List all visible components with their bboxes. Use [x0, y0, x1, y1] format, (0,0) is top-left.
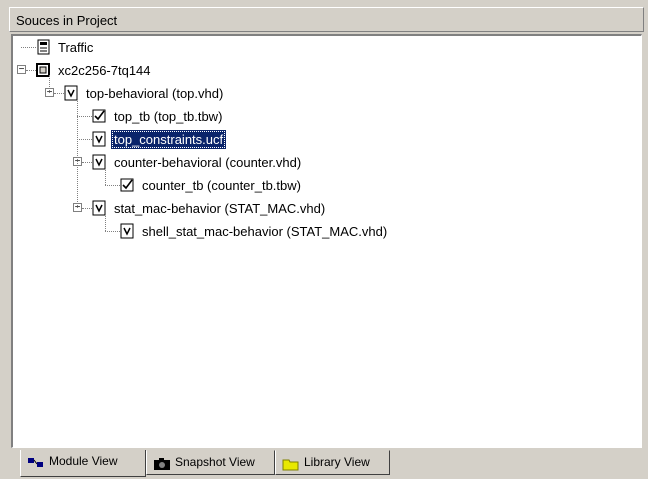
- view-tabs: Module View Snapshot View Library View: [9, 450, 644, 477]
- tree-node[interactable]: top_tb (top_tb.tbw): [13, 105, 641, 128]
- tree-connector: [21, 47, 36, 48]
- panel-titlebar: Souces in Project: [9, 7, 644, 32]
- testbench-icon: [120, 177, 135, 193]
- tree-connector: [82, 208, 92, 209]
- tree-connector: [82, 162, 92, 163]
- tree-connector: [77, 116, 92, 117]
- tree-expander-collapse-icon[interactable]: −: [17, 65, 26, 75]
- tree-guide-line: [49, 75, 50, 93]
- tree-node-label[interactable]: top_tb (top_tb.tbw): [111, 107, 225, 126]
- tree-node[interactable]: − xc2c256-7tq144: [13, 59, 641, 82]
- tree-connector: [26, 70, 36, 71]
- constraints-file-icon: [92, 131, 107, 147]
- tree-node[interactable]: − top-behavioral (top.vhd): [13, 82, 641, 105]
- testbench-icon: [92, 108, 107, 124]
- library-icon: [282, 456, 300, 471]
- tree-node-label[interactable]: top_constraints.ucf: [111, 130, 227, 149]
- tab-label: Snapshot View: [175, 455, 255, 469]
- tab-label: Module View: [49, 454, 118, 468]
- tree-node-label[interactable]: top-behavioral (top.vhd): [83, 84, 226, 103]
- sources-panel: Souces in Project Traffic − xc2c256-7tq144…: [9, 7, 644, 477]
- tab-snapshot-view[interactable]: Snapshot View: [146, 450, 275, 475]
- tree-guide-line: [77, 98, 78, 208]
- tree-connector: [105, 231, 120, 232]
- tree-node[interactable]: − stat_mac-behavior (STAT_MAC.vhd): [13, 197, 641, 220]
- tree-node-label[interactable]: shell_stat_mac-behavior (STAT_MAC.vhd): [139, 222, 390, 241]
- tab-library-view[interactable]: Library View: [275, 450, 390, 475]
- sources-tree[interactable]: Traffic − xc2c256-7tq144 − top-behavioral (t…: [11, 34, 642, 448]
- tree-node[interactable]: − counter-behavioral (counter.vhd): [13, 151, 641, 174]
- panel-title: Souces in Project: [16, 13, 118, 28]
- tree-node-label[interactable]: stat_mac-behavior (STAT_MAC.vhd): [111, 199, 328, 218]
- tree-node-label[interactable]: counter-behavioral (counter.vhd): [111, 153, 304, 172]
- tree-node[interactable]: top_constraints.ucf: [13, 128, 641, 151]
- tree-connector: [77, 139, 92, 140]
- project-icon: [36, 39, 51, 55]
- tree-connector: [54, 93, 64, 94]
- tree-node-label[interactable]: counter_tb (counter_tb.tbw): [139, 176, 304, 195]
- camera-icon: [153, 456, 171, 470]
- tree-node[interactable]: counter_tb (counter_tb.tbw): [13, 174, 641, 197]
- vhdl-file-icon: [120, 223, 135, 239]
- tree-node-label[interactable]: xc2c256-7tq144: [55, 61, 154, 80]
- tab-module-view[interactable]: Module View: [20, 450, 146, 477]
- tree-node-label[interactable]: Traffic: [55, 38, 96, 57]
- tree-node[interactable]: shell_stat_mac-behavior (STAT_MAC.vhd): [13, 220, 641, 243]
- module-view-icon: [27, 455, 45, 469]
- tree-guide-line: [105, 167, 106, 185]
- tree-guide-line: [105, 213, 106, 231]
- tree-connector: [105, 185, 120, 186]
- tab-label: Library View: [304, 455, 370, 469]
- tree-node[interactable]: Traffic: [13, 36, 641, 59]
